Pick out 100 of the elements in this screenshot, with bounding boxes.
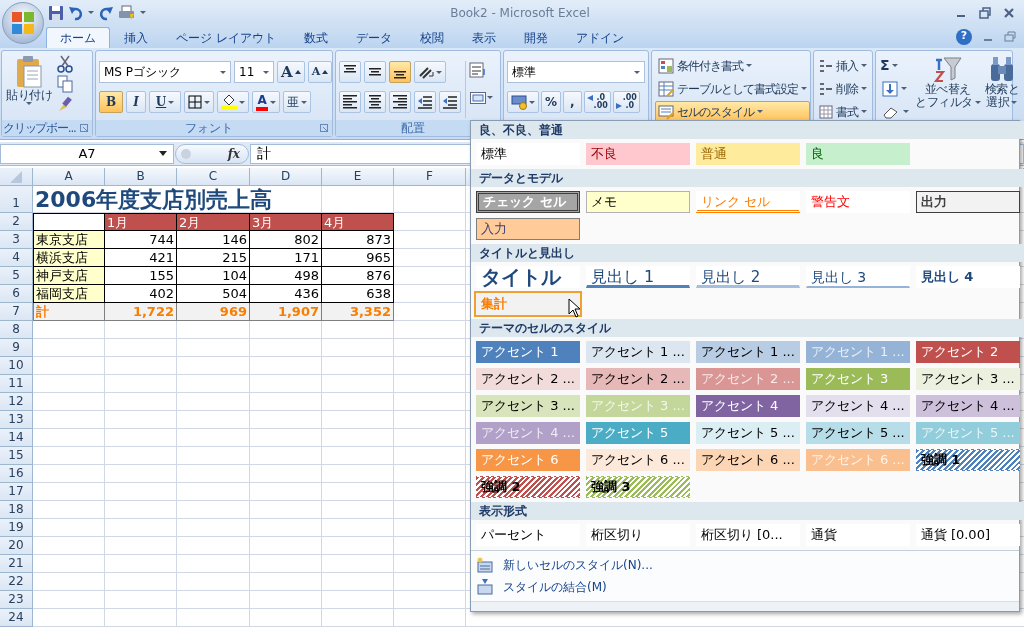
cell-style-item[interactable]: アクセント 6 ... — [695, 449, 800, 471]
cell-style-item[interactable]: メモ — [585, 191, 690, 213]
ribbon-tab[interactable]: ページ レイアウト — [162, 27, 290, 48]
cell-style-item[interactable]: アクセント 3 ... — [915, 368, 1020, 390]
cell-style-item[interactable]: 不良 — [585, 143, 690, 165]
align-left-button[interactable] — [339, 91, 361, 113]
help-button[interactable]: ? — [956, 28, 972, 45]
ribbon-tab[interactable]: アドイン — [561, 27, 638, 48]
column-header[interactable]: D — [250, 168, 322, 186]
cell-style-item[interactable]: 出力 — [915, 191, 1020, 213]
cell-style-item[interactable]: 普通 — [695, 143, 800, 165]
cell-style-item[interactable]: アクセント 1 ... — [695, 341, 800, 363]
row-header[interactable]: 22 — [0, 573, 33, 591]
menu-item[interactable]: スタイルの結合(M) — [471, 576, 1019, 598]
cell-style-item[interactable]: アクセント 4 — [695, 395, 800, 417]
printer-icon[interactable] — [118, 4, 136, 21]
autosum-button[interactable]: Σ — [879, 55, 912, 76]
close-icon[interactable] — [1002, 5, 1016, 20]
column-header[interactable]: F — [394, 168, 466, 186]
font-color-button[interactable]: A — [252, 91, 281, 113]
cell-style-item[interactable]: アクセント 1 — [476, 341, 580, 363]
column-header[interactable]: C — [177, 168, 250, 186]
select-all-icon[interactable] — [10, 170, 22, 183]
cell-style-item[interactable]: 入力 — [476, 218, 580, 240]
row-header[interactable]: 21 — [0, 555, 33, 573]
currency-button[interactable] — [507, 91, 539, 113]
align-right-button[interactable] — [389, 91, 411, 113]
column-header[interactable]: E — [322, 168, 394, 186]
cell-style-item[interactable]: アクセント 5 ... — [805, 422, 910, 444]
row-header[interactable]: 5 — [0, 267, 33, 285]
row-header[interactable]: 16 — [0, 465, 33, 483]
cell-style-item[interactable]: 標準 — [476, 143, 580, 165]
cell-style-item[interactable]: アクセント 2 ... — [476, 368, 580, 390]
dropdown-arrow-icon[interactable] — [159, 151, 167, 156]
copy-icon[interactable] — [57, 75, 73, 93]
redo-icon[interactable] — [98, 4, 114, 21]
decrease-indent-button[interactable] — [414, 91, 436, 113]
cell-style-item[interactable]: アクセント 5 ... — [695, 422, 800, 444]
insert-function-button[interactable]: fx — [227, 144, 240, 163]
row-header[interactable]: 17 — [0, 483, 33, 501]
sort-filter-button[interactable]: 並べ替え とフィルタ — [914, 55, 982, 122]
row-header[interactable]: 20 — [0, 537, 33, 555]
row-header[interactable]: 3 — [0, 231, 33, 249]
cell-style-item[interactable]: 警告文 — [805, 191, 910, 213]
ribbon-tab[interactable]: 挿入 — [110, 27, 162, 48]
cell-style-item[interactable]: 通貨 — [805, 524, 910, 546]
row-header[interactable]: 4 — [0, 249, 33, 267]
bottom-align-button[interactable] — [389, 61, 411, 83]
scissors-icon[interactable] — [57, 55, 73, 73]
restore-icon[interactable] — [1004, 30, 1016, 43]
row-header[interactable]: 6 — [0, 285, 33, 303]
row-header[interactable]: 19 — [0, 519, 33, 537]
row-header[interactable]: 13 — [0, 411, 33, 429]
cell-style-item[interactable]: 見出し 4 — [915, 266, 1020, 288]
italic-button[interactable]: I — [126, 91, 146, 113]
cell-style-item[interactable]: アクセント 2 ... — [585, 368, 690, 390]
resize-grip[interactable] — [471, 601, 1019, 611]
cell-style-item[interactable]: 見出し 1 — [585, 266, 690, 288]
shrink-font-button[interactable]: A — [307, 61, 333, 83]
fill-color-button[interactable] — [217, 91, 250, 113]
ribbon-tab[interactable]: 表示 — [457, 27, 510, 48]
ribbon-tab[interactable]: データ — [341, 27, 406, 48]
ribbon-tab[interactable]: 校閲 — [405, 27, 458, 48]
save-icon[interactable] — [48, 4, 64, 21]
ribbon-tab[interactable]: ホーム — [46, 27, 110, 48]
launcher-icon[interactable] — [80, 124, 88, 132]
row-header[interactable]: 9 — [0, 339, 33, 357]
column-header[interactable]: B — [105, 168, 177, 186]
top-align-button[interactable] — [339, 61, 361, 83]
cell-style-item[interactable]: 見出し 3 — [805, 266, 910, 288]
row-header[interactable]: 14 — [0, 429, 33, 447]
row-header[interactable]: 7 — [0, 303, 33, 321]
borders-button[interactable] — [184, 91, 215, 113]
bold-button[interactable]: B — [99, 91, 124, 113]
row-header[interactable]: 8 — [0, 321, 33, 339]
row-header[interactable]: 11 — [0, 375, 33, 393]
row-header[interactable]: 2 — [0, 213, 33, 231]
ribbon-menu-button[interactable]: テーブルとして書式設定 — [655, 78, 810, 99]
cell-style-item[interactable]: アクセント 4 ... — [915, 395, 1020, 417]
row-header[interactable]: 18 — [0, 501, 33, 519]
row-header[interactable]: 23 — [0, 591, 33, 609]
ribbon-menu-button[interactable]: 削除 — [817, 78, 869, 99]
increase-decimal-button[interactable]: .0 .00 — [583, 91, 611, 113]
name-box[interactable]: A7 — [0, 143, 174, 164]
cell-style-item[interactable]: 通貨 [0.00] — [915, 524, 1020, 546]
number-format-field[interactable]: 標準 — [507, 61, 645, 83]
font-size-field[interactable]: 11 — [234, 61, 274, 83]
paintbrush-icon[interactable] — [57, 95, 73, 113]
percent-button[interactable]: % — [541, 91, 562, 113]
orientation-button[interactable] — [414, 61, 446, 83]
cell-style-item[interactable]: 見出し 2 — [695, 266, 800, 288]
increase-indent-button[interactable] — [439, 91, 461, 113]
cell-style-item[interactable]: パーセント — [476, 524, 580, 546]
restore-icon[interactable] — [978, 5, 992, 20]
middle-align-button[interactable] — [364, 61, 386, 83]
menu-item[interactable]: 新しいセルのスタイル(N)... — [471, 554, 1019, 576]
cell-style-item[interactable]: 良 — [805, 143, 910, 165]
ribbon-menu-button[interactable]: セルのスタイル — [655, 101, 810, 122]
undo-icon[interactable] — [68, 4, 84, 21]
cell-style-item[interactable]: アクセント 4 ... — [805, 395, 910, 417]
